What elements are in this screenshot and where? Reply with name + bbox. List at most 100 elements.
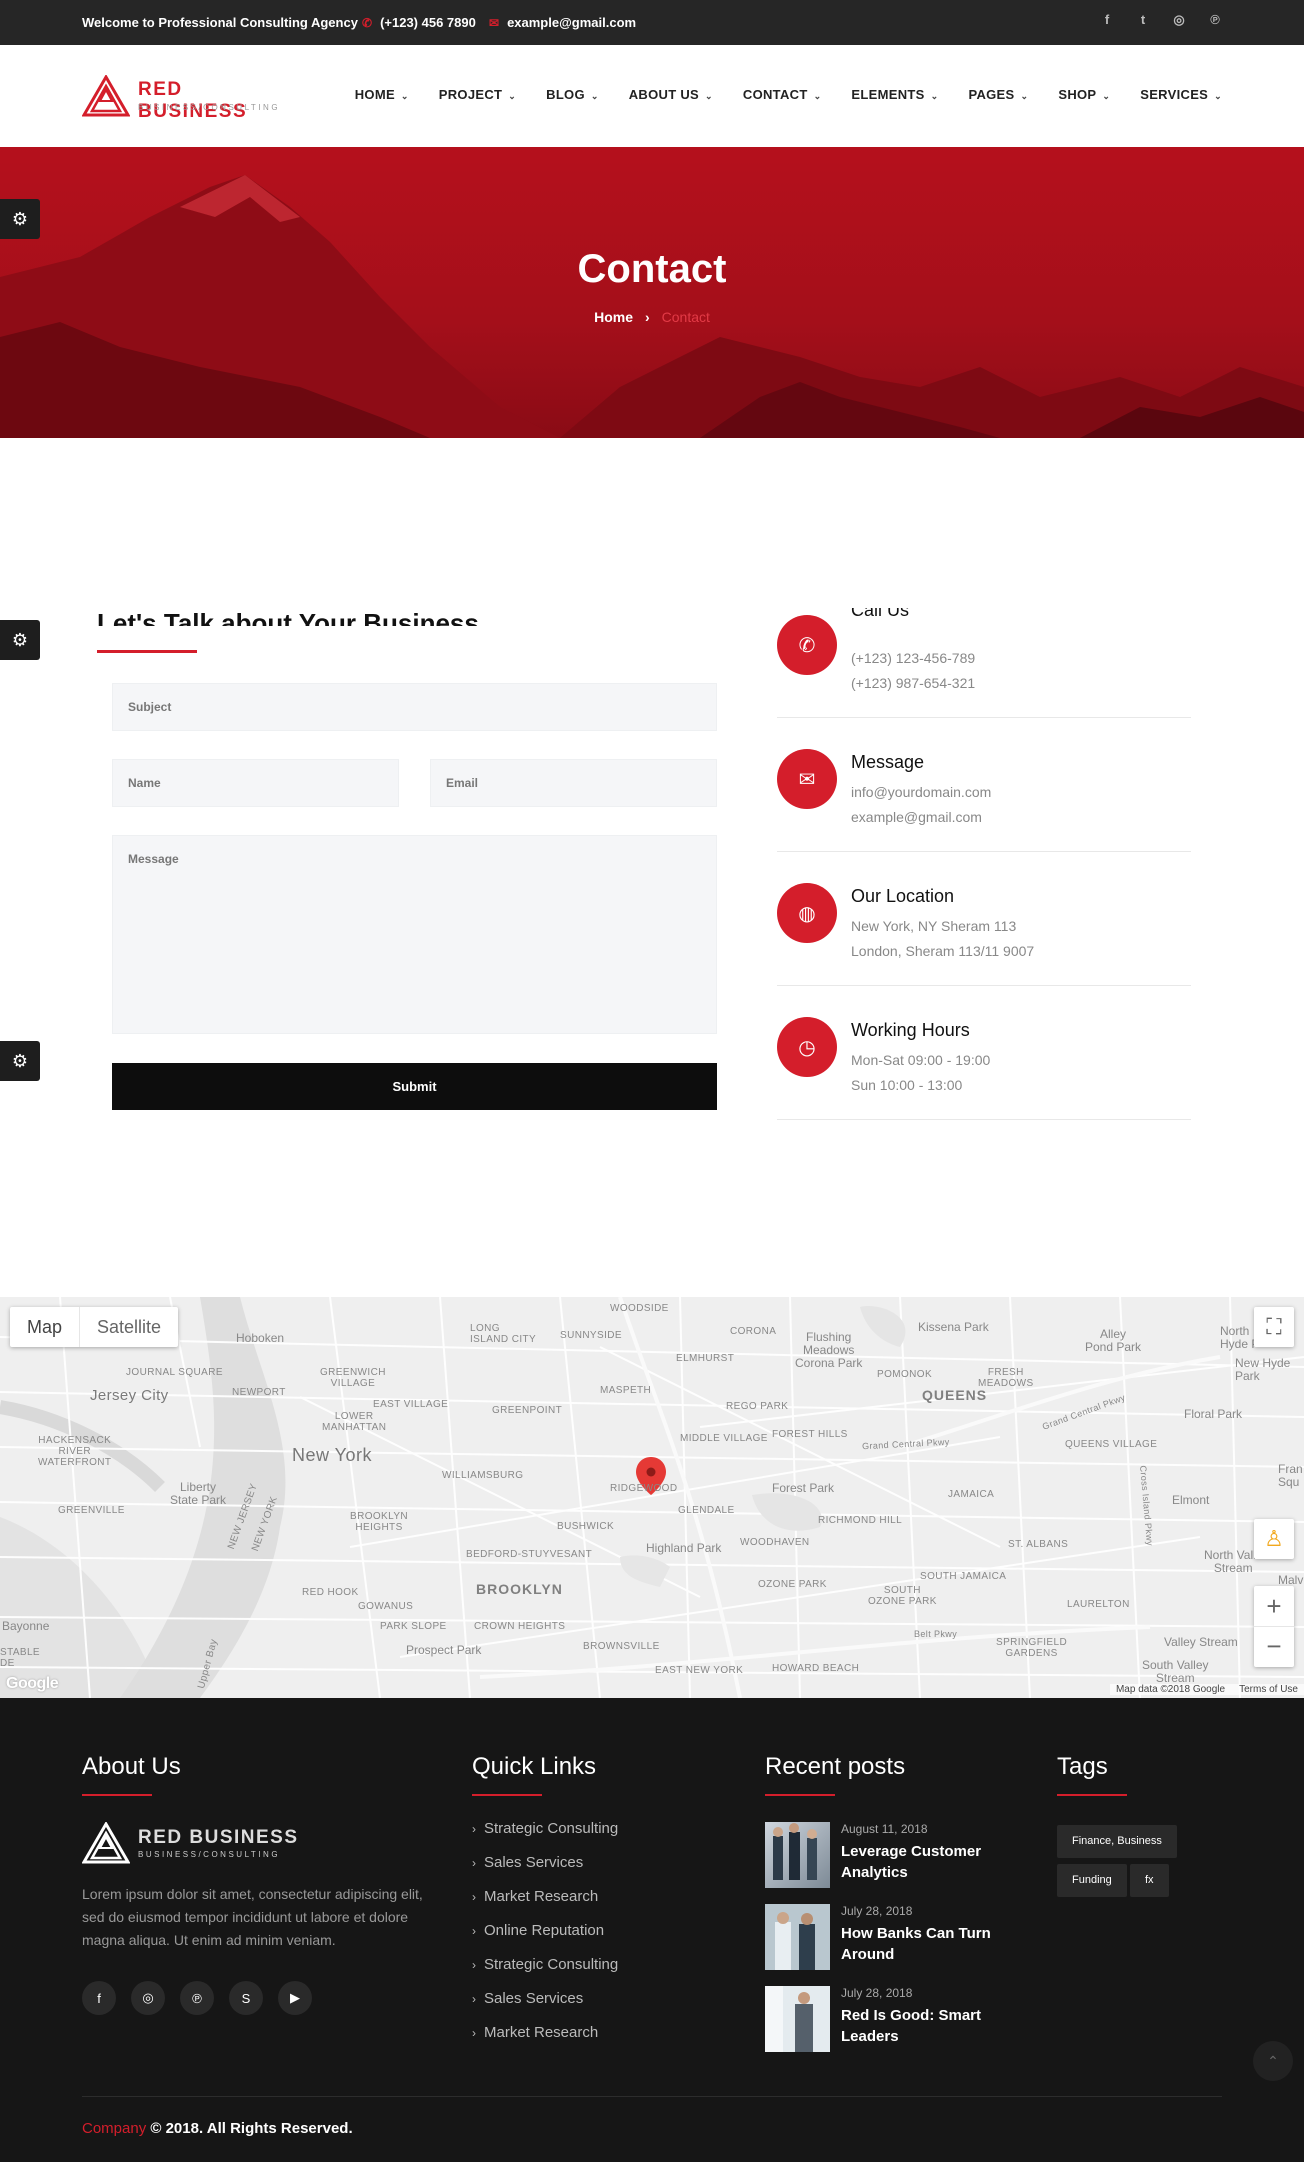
quick-link-label: Strategic Consulting: [484, 1820, 619, 1837]
topbar-phone[interactable]: ✆ (+123) 456 7890: [362, 15, 476, 30]
copyright-company[interactable]: Company: [82, 2120, 146, 2137]
map-label: Hoboken: [236, 1331, 285, 1345]
copyright: Company © 2018. All Rights Reserved.: [82, 2120, 353, 2137]
info-title: Call Us: [851, 608, 909, 626]
chevron-down-icon: ⌄: [705, 91, 713, 101]
tag-pill[interactable]: Funding: [1057, 1864, 1127, 1897]
map-label: FOREST HILLS: [772, 1429, 848, 1440]
quick-link[interactable]: › Online Reputation: [472, 1922, 618, 1956]
youtube-icon[interactable]: ▶: [278, 1981, 312, 2015]
subject-input[interactable]: Subject: [112, 683, 717, 731]
quick-link[interactable]: › Market Research: [472, 2024, 618, 2058]
envelope-icon: ✉: [489, 16, 500, 30]
zoom-in-button[interactable]: +: [1254, 1586, 1294, 1626]
quick-link[interactable]: › Sales Services: [472, 1854, 618, 1888]
map-label: Prospect Park: [406, 1643, 482, 1657]
message-textarea[interactable]: Message: [112, 835, 717, 1034]
breadcrumb-home[interactable]: Home: [594, 309, 633, 325]
submit-button[interactable]: Submit: [112, 1063, 717, 1110]
nav-label: PROJECT: [438, 87, 503, 102]
recent-post[interactable]: July 28, 2018 Red Is Good: Smart Leaders: [765, 1986, 1045, 2052]
scroll-to-top-icon[interactable]: ⌃: [1253, 2041, 1293, 2081]
quick-link[interactable]: › Strategic Consulting: [472, 1820, 618, 1854]
map-label: QUEENS VILLAGE: [1065, 1439, 1158, 1450]
map-label: Floral Park: [1184, 1407, 1243, 1421]
quick-link[interactable]: › Strategic Consulting: [472, 1956, 618, 1990]
recent-post[interactable]: July 28, 2018 How Banks Can Turn Around: [765, 1904, 1045, 1970]
nav-project[interactable]: PROJECT ⌄: [439, 87, 516, 102]
footer-tags-title: Tags: [1057, 1753, 1108, 1780]
title-underline: [1057, 1794, 1127, 1796]
nav-contact[interactable]: CONTACT ⌄: [743, 87, 822, 102]
info-message: ✉ Message info@yourdomain.com example@gm…: [777, 718, 1191, 852]
google-map[interactable]: WOODSIDE Hoboken LONG ISLAND CITY SUNNYS…: [0, 1297, 1304, 1698]
map-type-satellite-button[interactable]: Satellite: [79, 1307, 178, 1347]
map-label: Alley Pond Park: [1085, 1327, 1142, 1354]
chevron-right-icon: ›: [472, 1992, 476, 2006]
map-label: BROWNSVILLE: [583, 1641, 660, 1652]
nav-shop[interactable]: SHOP ⌄: [1058, 87, 1110, 102]
settings-gear-icon[interactable]: ⚙: [0, 1041, 40, 1081]
chevron-down-icon: ⌄: [813, 91, 822, 101]
settings-gear-icon[interactable]: ⚙: [0, 199, 40, 239]
nav-elements[interactable]: ELEMENTS ⌄: [851, 87, 938, 102]
info-call: ✆ Call Us (+123) 123-456-789 (+123) 987-…: [777, 584, 1191, 718]
brand-logo[interactable]: RED BUSINESS BUSINESS/CONSULTING: [82, 75, 292, 122]
map-label: Highland Park: [646, 1541, 722, 1555]
map-label: BROOKLYN: [476, 1581, 563, 1597]
nav-blog[interactable]: BLOG ⌄: [546, 87, 599, 102]
zoom-out-button[interactable]: −: [1254, 1626, 1294, 1666]
nav-home[interactable]: HOME ⌄: [355, 87, 409, 102]
topbar-email[interactable]: ✉ example@gmail.com: [489, 15, 636, 30]
topbar-email-text: example@gmail.com: [507, 15, 637, 30]
brand-name: RED BUSINESS: [138, 79, 248, 122]
nav-label: BLOG: [546, 87, 585, 102]
chevron-right-icon: ›: [472, 1924, 476, 1938]
nav-about[interactable]: ABOUT US ⌄: [629, 87, 713, 102]
email-input[interactable]: Email: [430, 759, 717, 807]
facebook-icon[interactable]: f: [1100, 12, 1114, 28]
map-label: CORONA: [730, 1326, 777, 1337]
map-label: POMONOK: [877, 1369, 933, 1380]
quick-link[interactable]: › Market Research: [472, 1888, 618, 1922]
nav-pages[interactable]: PAGES ⌄: [968, 87, 1028, 102]
breadcrumb-current: Contact: [661, 309, 710, 325]
instagram-icon[interactable]: ◎: [131, 1981, 165, 2015]
pegman-icon[interactable]: ♙: [1254, 1519, 1294, 1559]
recent-post[interactable]: August 11, 2018 Leverage Customer Analyt…: [765, 1822, 1045, 1888]
google-logo: Google: [6, 1675, 59, 1692]
skype-icon[interactable]: S: [229, 1981, 263, 2015]
instagram-icon[interactable]: ◎: [1172, 12, 1186, 28]
terms-link[interactable]: Terms of Use: [1239, 1684, 1298, 1695]
topbar-socials: f t ◎ ℗: [1100, 12, 1222, 28]
footer-about-title: About Us: [82, 1753, 181, 1780]
quick-link[interactable]: › Sales Services: [472, 1990, 618, 2024]
facebook-icon[interactable]: f: [82, 1981, 116, 2015]
brand-tagline: BUSINESS/CONSULTING: [138, 1850, 281, 1859]
name-input[interactable]: Name: [112, 759, 399, 807]
map-label: WOODHAVEN: [740, 1537, 810, 1548]
tag-pill[interactable]: Finance, Business: [1057, 1825, 1177, 1858]
footer-logo[interactable]: RED BUSINESS BUSINESS/CONSULTING: [82, 1822, 302, 1864]
map-label: OZONE PARK: [758, 1579, 827, 1590]
chevron-right-icon: ›: [472, 1856, 476, 1870]
map-label: RICHMOND HILL: [818, 1515, 903, 1526]
fullscreen-icon[interactable]: ⛶: [1254, 1307, 1294, 1347]
chevron-right-icon: ›: [472, 1958, 476, 1972]
twitter-icon[interactable]: t: [1136, 12, 1150, 28]
map-label: Flushing Meadows Corona Park: [795, 1330, 863, 1370]
map-label: PARK SLOPE: [380, 1621, 447, 1632]
map-label: SOUTH JAMAICA: [920, 1571, 1007, 1582]
map-label: Liberty State Park: [170, 1480, 227, 1507]
pinterest-icon[interactable]: ℗: [180, 1981, 214, 2015]
map-label: GREENWICH VILLAGE: [320, 1367, 386, 1389]
tag-pill[interactable]: fx: [1130, 1864, 1169, 1897]
quick-link-label: Online Reputation: [484, 1922, 605, 1939]
zoom-control: + −: [1254, 1586, 1294, 1667]
pinterest-icon[interactable]: ℗: [1208, 12, 1222, 28]
chevron-down-icon: ⌄: [590, 91, 599, 101]
main-header: RED BUSINESS BUSINESS/CONSULTING HOME ⌄ P…: [0, 45, 1304, 147]
nav-services[interactable]: SERVICES ⌄: [1140, 87, 1222, 102]
settings-gear-icon[interactable]: ⚙: [0, 620, 40, 660]
map-type-map-button[interactable]: Map: [10, 1307, 79, 1347]
